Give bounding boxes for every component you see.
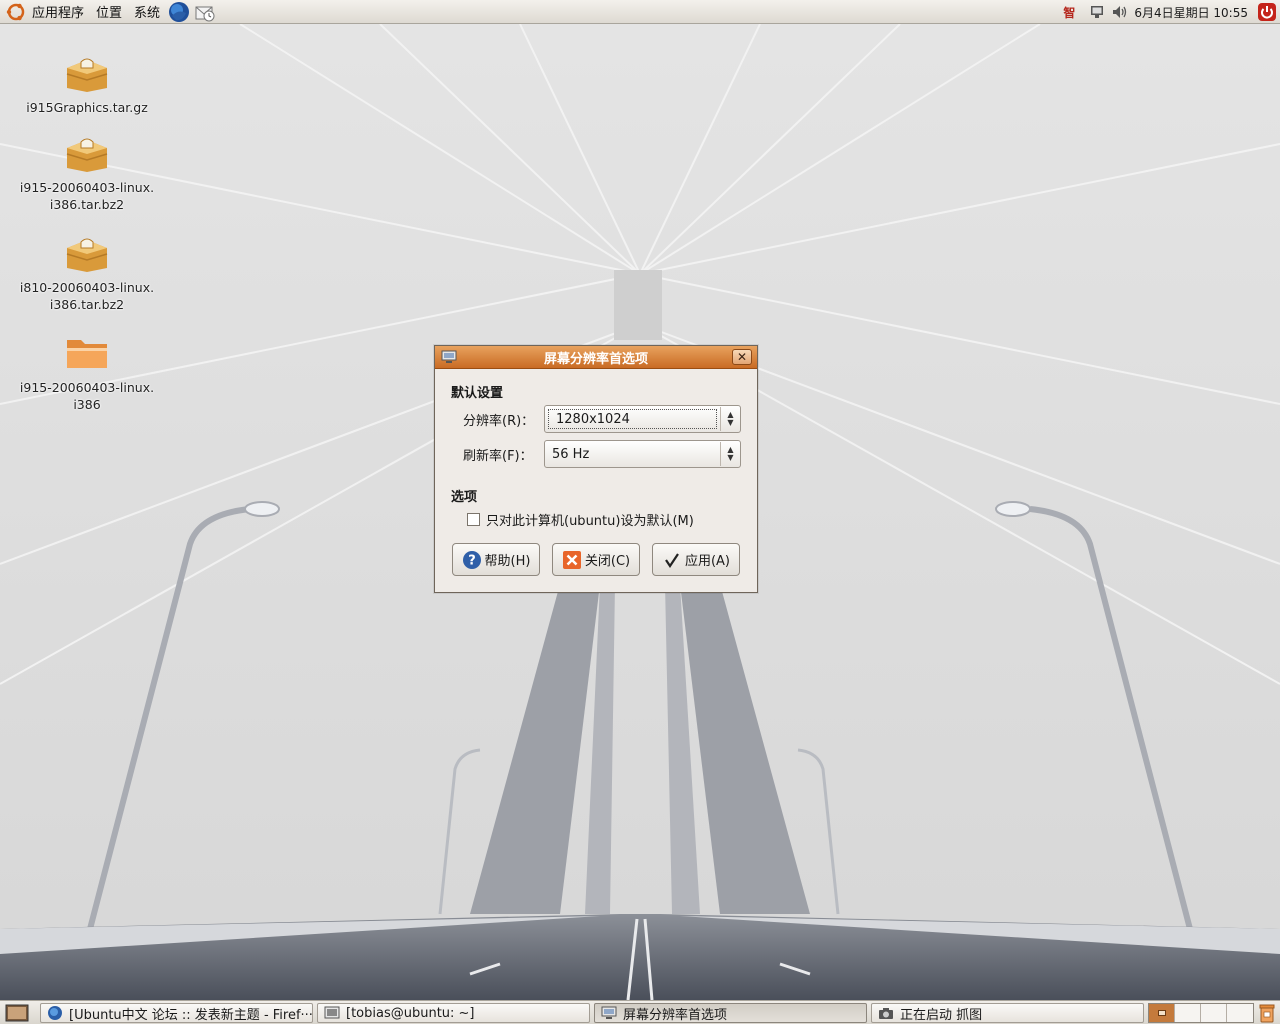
- taskbar-item-label: 屏幕分辨率首选项: [623, 1007, 728, 1023]
- archive-icon: [66, 138, 108, 172]
- workspace-1[interactable]: [1149, 1004, 1175, 1022]
- apply-button-label: 应用(A): [684, 554, 731, 569]
- ubuntu-logo-icon: [6, 3, 25, 20]
- camera-icon: [879, 1008, 893, 1019]
- firefox-icon: [48, 1006, 62, 1020]
- folder-icon: [67, 340, 107, 368]
- window-thumbnail-icon: [1157, 1010, 1166, 1016]
- display-icon: [441, 350, 457, 363]
- workspace-switcher[interactable]: [1148, 1003, 1254, 1023]
- desktop-icon-i915graphics[interactable]: i915Graphics.tar.gz: [12, 52, 162, 116]
- options-heading: 选项: [451, 490, 478, 505]
- desktop-icon-i915-driver-archive[interactable]: i915-20060403-linux. i386.tar.bz2: [12, 132, 162, 213]
- help-button-label: 帮助(H): [484, 554, 531, 569]
- desktop-icon-label: i915Graphics.tar.gz: [26, 100, 148, 115]
- taskbar-item-terminal[interactable]: [tobias@ubuntu: ~]: [317, 1003, 590, 1023]
- applications-menu[interactable]: 应用程序: [0, 0, 90, 24]
- mail-icon: [195, 6, 215, 21]
- checkmark-icon: [665, 552, 679, 568]
- trash-icon: [1259, 1004, 1275, 1023]
- resolution-select[interactable]: 1280x1024 ▲ ▼: [544, 405, 741, 433]
- workspace-2[interactable]: [1175, 1004, 1201, 1022]
- archive-icon: [66, 58, 108, 92]
- resolution-label: 分辨率(R)：: [463, 414, 535, 429]
- system-menu[interactable]: 系统: [128, 0, 166, 24]
- refresh-rate-value: 56 Hz: [552, 446, 590, 462]
- power-button[interactable]: [1254, 0, 1280, 24]
- refresh-rate-label: 刷新率(F)：: [463, 449, 533, 464]
- default-for-computer-checkbox[interactable]: [467, 513, 480, 526]
- desktop-icon-label: i810-20060403-linux. i386.tar.bz2: [19, 280, 155, 312]
- display-icon: [601, 1006, 617, 1019]
- spin-arrows-icon: ▲ ▼: [720, 407, 740, 431]
- places-menu[interactable]: 位置: [90, 0, 128, 24]
- spin-arrows-icon: ▲ ▼: [720, 442, 740, 466]
- close-x-icon: [562, 550, 581, 569]
- mail-launcher[interactable]: [194, 1, 216, 23]
- taskbar-item-label: 正在启动 抓图: [900, 1007, 983, 1023]
- dialog-title: 屏幕分辨率首选项: [543, 351, 648, 367]
- trash-applet[interactable]: [1256, 1002, 1278, 1024]
- screen-resolution-dialog: 屏幕分辨率首选项 ✕ 默认设置 分辨率(R)： 1280x1024 ▲ ▼ 刷新率…: [434, 345, 758, 593]
- input-method-indicator[interactable]: 智: [1052, 0, 1086, 24]
- apply-button[interactable]: 应用(A): [652, 543, 740, 576]
- bottom-panel: [Ubuntu中文 论坛 :: 发表新主题 - Firef··· [tobias…: [0, 1000, 1280, 1024]
- firefox-icon: [169, 1, 190, 22]
- top-panel: 应用程序 位置 系统 智 6月4日星期日 10:55: [0, 0, 1280, 24]
- taskbar-item-firefox[interactable]: [Ubuntu中文 论坛 :: 发表新主题 - Firef···: [40, 1003, 313, 1023]
- system-menu-label: 系统: [134, 6, 161, 21]
- input-method-icon: 智: [1063, 5, 1076, 20]
- desktop-icon-i915-driver-folder[interactable]: i915-20060403-linux. i386: [12, 332, 162, 413]
- desktop-icon-i810-driver-archive[interactable]: i810-20060403-linux. i386.tar.bz2: [12, 232, 162, 313]
- resolution-value: 1280x1024: [548, 409, 717, 429]
- taskbar-item-screenshot[interactable]: 正在启动 抓图: [871, 1003, 1144, 1023]
- network-icon: [1091, 6, 1104, 18]
- close-button-label: 关闭(C): [584, 554, 631, 569]
- volume-indicator[interactable]: [1108, 0, 1132, 24]
- show-desktop-icon: [5, 1004, 29, 1021]
- system-tray: 智 6月4日星期日 10:55: [1052, 0, 1280, 24]
- close-button[interactable]: 关闭(C): [552, 543, 640, 576]
- checkbox-label: 只对此计算机(ubuntu)设为默认(M): [486, 514, 694, 529]
- svg-text:?: ?: [468, 553, 476, 568]
- dialog-titlebar[interactable]: 屏幕分辨率首选项 ✕: [435, 346, 757, 369]
- taskbar-item-label: [tobias@ubuntu: ~]: [346, 1005, 475, 1021]
- help-button[interactable]: ? 帮助(H): [452, 543, 540, 576]
- firefox-launcher[interactable]: [168, 1, 190, 23]
- taskbar-item-resolution-prefs[interactable]: 屏幕分辨率首选项: [594, 1003, 867, 1023]
- applications-menu-label: 应用程序: [32, 6, 85, 21]
- places-menu-label: 位置: [96, 6, 123, 21]
- default-for-computer-checkbox-row[interactable]: 只对此计算机(ubuntu)设为默认(M): [467, 510, 694, 529]
- refresh-rate-select[interactable]: 56 Hz ▲ ▼: [544, 440, 741, 468]
- archive-icon: [66, 238, 108, 272]
- workspace-3[interactable]: [1201, 1004, 1227, 1022]
- volume-icon: [1113, 6, 1127, 18]
- desktop-icon-label: i915-20060403-linux. i386.tar.bz2: [19, 180, 155, 212]
- help-icon: ?: [462, 550, 481, 569]
- terminal-icon: [324, 1006, 340, 1019]
- close-icon: ✕: [736, 350, 748, 364]
- show-desktop-button[interactable]: [2, 1002, 32, 1024]
- taskbar-item-label: [Ubuntu中文 论坛 :: 发表新主题 - Firef···: [69, 1007, 312, 1023]
- clock[interactable]: 6月4日星期日 10:55: [1132, 4, 1254, 21]
- desktop-icon-label: i915-20060403-linux. i386: [19, 380, 155, 412]
- dialog-close-button[interactable]: ✕: [732, 349, 752, 365]
- power-icon: [1258, 3, 1276, 21]
- network-indicator[interactable]: [1086, 0, 1108, 24]
- workspace-4[interactable]: [1227, 1004, 1253, 1022]
- default-settings-heading: 默认设置: [451, 386, 504, 401]
